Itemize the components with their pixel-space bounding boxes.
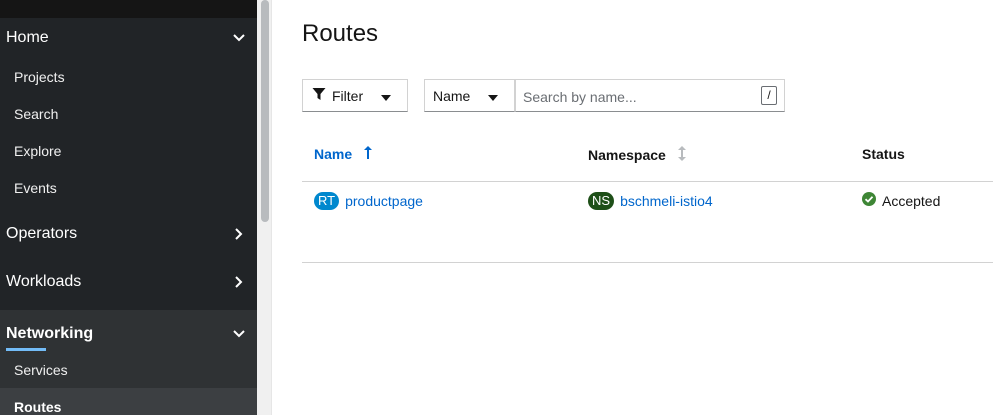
- sort-ascending-icon: [364, 146, 373, 162]
- column-header-label: Status: [862, 146, 905, 162]
- sidebar-item-projects[interactable]: Projects: [0, 58, 257, 95]
- column-header-status: Status: [862, 146, 905, 162]
- chevron-down-icon: [232, 327, 246, 341]
- status-text: Accepted: [882, 192, 941, 209]
- filter-type-label: Name: [433, 87, 471, 104]
- table-header-divider: [302, 181, 993, 182]
- column-header-namespace[interactable]: Namespace: [588, 146, 686, 164]
- sort-icon: [677, 146, 686, 164]
- keyboard-shortcut-hint: /: [761, 86, 777, 105]
- namespace-resource-badge: NS: [588, 191, 615, 210]
- nav-section-label: Operators: [6, 225, 78, 242]
- search-input[interactable]: [516, 80, 761, 113]
- status-cell: Accepted: [862, 191, 940, 210]
- filter-type-select[interactable]: Name: [424, 79, 515, 112]
- namespace-link[interactable]: bschmeli-istio4: [620, 193, 713, 209]
- sidebar-item-routes[interactable]: Routes: [0, 388, 257, 415]
- filter-label: Filter: [332, 87, 364, 104]
- chevron-down-icon: [232, 31, 246, 45]
- check-circle-icon: [862, 192, 876, 209]
- caret-down-icon: [488, 88, 498, 104]
- route-name-link[interactable]: productpage: [345, 193, 423, 209]
- column-header-name[interactable]: Name: [314, 146, 373, 162]
- sidebar-item-search[interactable]: Search: [0, 95, 257, 132]
- chevron-right-icon: [232, 227, 246, 241]
- namespace-cell: NS bschmeli-istio4: [588, 191, 713, 210]
- sidebar-nav: Home Projects Search Explore Events Oper…: [0, 0, 257, 415]
- table-bottom-divider: [302, 262, 993, 263]
- nav-section-home[interactable]: Home: [0, 14, 257, 62]
- route-resource-badge: RT: [314, 191, 340, 210]
- column-header-label: Name: [314, 146, 353, 162]
- sidebar-item-events[interactable]: Events: [0, 169, 257, 206]
- column-header-label: Namespace: [588, 147, 666, 163]
- nav-section-label: Home: [6, 29, 49, 46]
- sidebar-scrollbar[interactable]: [261, 0, 269, 222]
- filter-dropdown-button[interactable]: Filter: [302, 79, 408, 112]
- chevron-right-icon: [232, 275, 246, 289]
- filter-icon: [312, 87, 326, 104]
- nav-section-label: Workloads: [6, 273, 82, 290]
- sidebar-item-explore[interactable]: Explore: [0, 132, 257, 169]
- nav-section-operators[interactable]: Operators: [0, 210, 257, 258]
- table-row: RT productpage: [314, 191, 423, 210]
- nav-section-label: Networking: [6, 325, 94, 342]
- page-title: Routes: [302, 20, 379, 47]
- sidebar-item-services[interactable]: Services: [0, 351, 257, 388]
- nav-section-workloads[interactable]: Workloads: [0, 258, 257, 306]
- caret-down-icon: [381, 88, 391, 104]
- search-field: /: [515, 79, 785, 113]
